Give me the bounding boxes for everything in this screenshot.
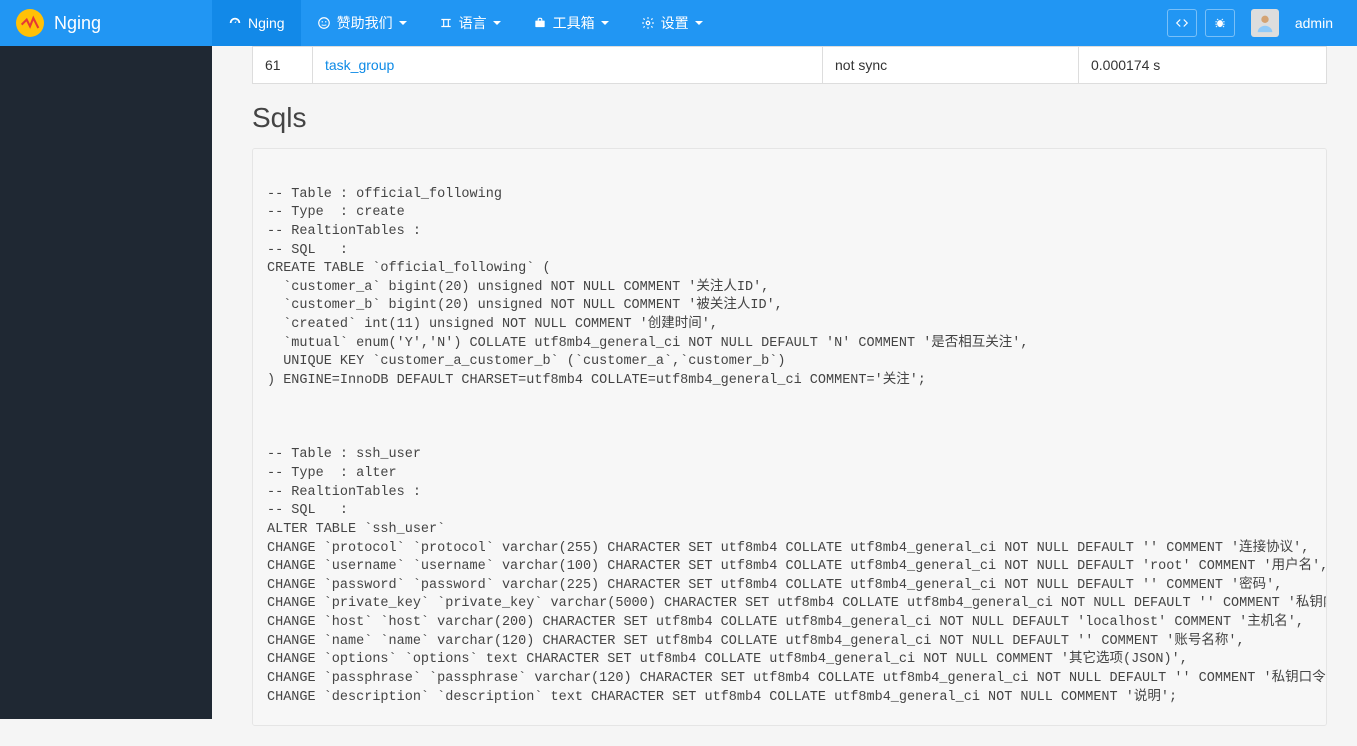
nav-language[interactable]: 语言 [423,0,517,46]
nav-toolbox[interactable]: 工具箱 [517,0,625,46]
dashboard-icon [228,16,242,30]
chevron-down-icon [601,21,609,25]
table-row: 61 task_group not sync 0.000174 s [253,47,1327,84]
nav-home[interactable]: Nging [212,0,301,46]
nav-items: Nging 赞助我们 语言 工具箱 设置 [212,0,719,46]
cell-id: 61 [253,47,313,84]
bug-icon [1213,16,1227,30]
sql-block: -- Table : official_following -- Type : … [252,148,1327,726]
sqls-title: Sqls [252,102,1327,134]
chevron-down-icon [493,21,501,25]
avatar [1251,9,1279,37]
briefcase-icon [533,16,547,30]
brand[interactable]: Nging [0,9,212,37]
task-group-link[interactable]: task_group [325,57,394,73]
results-table: 61 task_group not sync 0.000174 s [252,46,1327,84]
nav-sponsor-label: 赞助我们 [337,13,393,33]
bug-button[interactable] [1205,9,1235,37]
main-content: 61 task_group not sync 0.000174 s Sqls -… [212,46,1357,746]
logo-icon [16,9,44,37]
topbar-right: admin [1167,9,1357,37]
code-icon [1175,16,1189,30]
brand-text: Nging [54,13,101,34]
gear-icon [641,16,655,30]
chevron-down-icon [399,21,407,25]
language-icon [439,16,453,30]
topbar: Nging Nging 赞助我们 语言 工具箱 设置 [0,0,1357,46]
user-name-label: admin [1295,15,1333,31]
code-button[interactable] [1167,9,1197,37]
nav-sponsor[interactable]: 赞助我们 [301,0,423,46]
nav-language-label: 语言 [459,13,487,33]
smile-icon [317,16,331,30]
chevron-down-icon [695,21,703,25]
cell-name: task_group [313,47,823,84]
nav-toolbox-label: 工具箱 [553,13,595,33]
nav-home-label: Nging [248,15,285,31]
sidebar [0,46,212,719]
nav-settings[interactable]: 设置 [625,0,719,46]
nav-settings-label: 设置 [661,13,689,33]
cell-time: 0.000174 s [1079,47,1327,84]
cell-status: not sync [823,47,1079,84]
user-menu[interactable]: admin [1295,15,1339,31]
